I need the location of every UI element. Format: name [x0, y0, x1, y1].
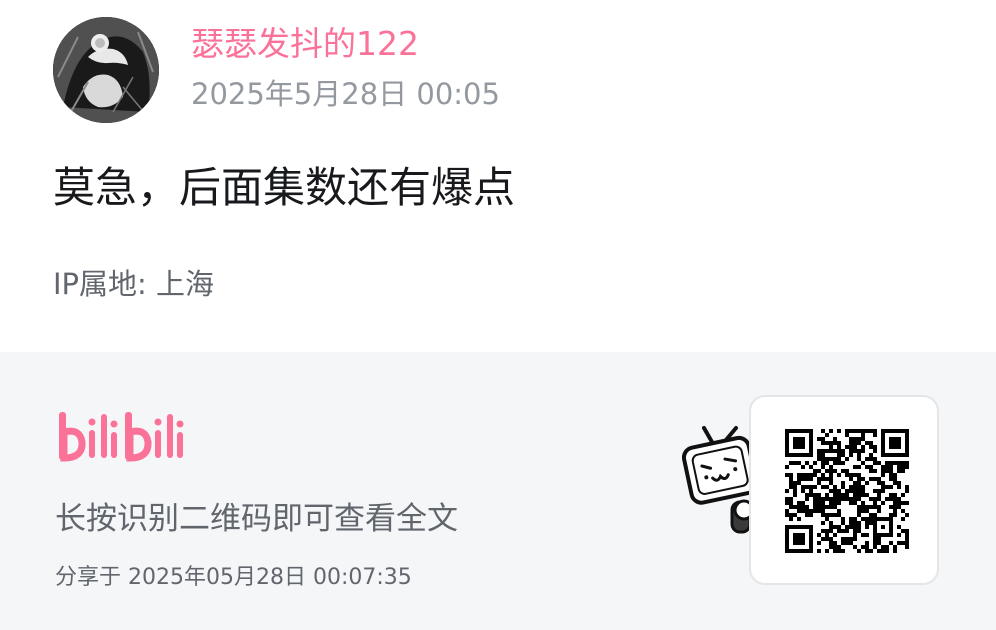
shared-timestamp: 分享于 2025年05月28日 00:07:35 [55, 565, 412, 590]
avatar[interactable] [53, 17, 159, 123]
qr-modules [785, 429, 909, 553]
qr-code-box[interactable] [749, 395, 939, 585]
share-footer: 长按识别二维码即可查看全文 分享于 2025年05月28日 00:07:35 [0, 352, 996, 630]
bilibili-logo [59, 412, 184, 462]
comment-text: 莫急，后面集数还有爆点 [53, 163, 516, 212]
qr-code [785, 429, 909, 553]
ip-location: IP属地: 上海 [53, 267, 215, 301]
share-card: 瑟瑟发抖的122 2025年5月28日 00:05 莫急，后面集数还有爆点 IP… [0, 0, 996, 630]
scan-hint: 长按识别二维码即可查看全文 [55, 501, 458, 537]
username[interactable]: 瑟瑟发抖的122 [191, 22, 419, 66]
post-time: 2025年5月28日 00:05 [191, 77, 500, 111]
comment-section: 瑟瑟发抖的122 2025年5月28日 00:05 莫急，后面集数还有爆点 IP… [0, 0, 996, 352]
avatar-image [53, 17, 159, 123]
